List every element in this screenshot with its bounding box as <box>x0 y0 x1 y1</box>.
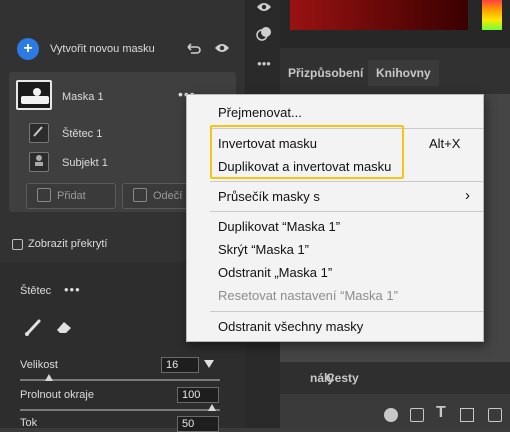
adjustment-layer-icon[interactable] <box>384 408 398 422</box>
hue-strip[interactable] <box>482 0 502 30</box>
subtract-button-label: Odečí <box>153 190 183 202</box>
menu-item-intersect-mask[interactable]: Průsečík masky s <box>218 189 320 204</box>
mask-thumbnail[interactable] <box>16 80 52 110</box>
mask-item-label[interactable]: Maska 1 <box>62 91 104 103</box>
feather-label: Prolnout okraje <box>20 389 94 401</box>
text-tool-icon[interactable]: T <box>436 404 446 422</box>
add-icon <box>37 188 51 202</box>
create-mask-label[interactable]: Vytvořit novou masku <box>50 43 155 55</box>
brush-tool-icon[interactable] <box>22 316 44 338</box>
submenu-arrow-icon: › <box>465 187 470 204</box>
subtract-button[interactable]: Odečí <box>122 183 192 209</box>
add-button[interactable]: Přidat <box>26 183 116 209</box>
brush-icon <box>29 123 49 143</box>
layer-mask-icon[interactable] <box>410 408 424 422</box>
tab-adjustments[interactable]: Přizpůsobení <box>280 60 371 86</box>
menu-item-invert-shortcut: Alt+X <box>429 136 461 151</box>
brush-more-options-icon[interactable]: ••• <box>64 282 81 297</box>
feather-slider-track[interactable] <box>20 409 220 411</box>
brush-title: Štětec <box>20 285 52 297</box>
menu-item-rename[interactable]: Přejmenovat... <box>218 105 302 120</box>
flow-label: Tok <box>20 417 38 429</box>
tab-paths[interactable]: Cesty <box>318 365 367 391</box>
menu-item-reset: Resetovat nastavení “Maska 1” <box>218 288 398 303</box>
add-button-label: Přidat <box>57 190 86 202</box>
menu-separator <box>210 181 483 182</box>
eye-icon[interactable] <box>253 0 275 17</box>
menu-item-duplicate[interactable]: Duplikovat “Maska 1” <box>218 219 340 234</box>
frame-icon[interactable] <box>460 408 474 422</box>
size-field[interactable]: 16 <box>161 357 199 373</box>
tab-libraries[interactable]: Knihovny <box>368 60 439 86</box>
sub-item-label[interactable]: Subjekt 1 <box>62 157 108 169</box>
menu-separator <box>210 211 483 212</box>
color-field[interactable] <box>290 0 468 30</box>
shape-icon[interactable] <box>488 408 502 422</box>
reset-icon[interactable] <box>185 41 201 55</box>
sub-item-label[interactable]: Štětec 1 <box>62 128 102 140</box>
overlap-circles-icon[interactable] <box>253 26 275 46</box>
menu-item-hide[interactable]: Skrýt “Maska 1” <box>218 242 309 257</box>
show-overlay-label[interactable]: Zobrazit překrytí <box>28 238 107 250</box>
subtract-icon <box>133 188 147 202</box>
menu-separator <box>210 311 483 312</box>
show-overlay-checkbox[interactable] <box>12 239 23 250</box>
eraser-tool-icon[interactable] <box>53 316 75 338</box>
more-options-icon[interactable]: ••• <box>253 56 275 71</box>
feather-slider-knob[interactable] <box>208 404 216 411</box>
add-mask-icon[interactable]: + <box>17 38 39 60</box>
menu-item-delete-all[interactable]: Odstranit všechny masky <box>218 319 363 334</box>
menu-item-delete[interactable]: Odstranit „Maska 1” <box>218 265 332 280</box>
visibility-eye-icon[interactable] <box>214 42 230 54</box>
size-dropdown-icon[interactable] <box>204 360 214 368</box>
feather-field[interactable]: 100 <box>177 387 219 403</box>
flow-field[interactable]: 50 <box>177 416 219 432</box>
size-slider-knob[interactable] <box>45 374 53 381</box>
subject-icon <box>29 152 49 172</box>
size-label: Velikost <box>20 359 58 371</box>
highlight-box <box>210 125 404 179</box>
